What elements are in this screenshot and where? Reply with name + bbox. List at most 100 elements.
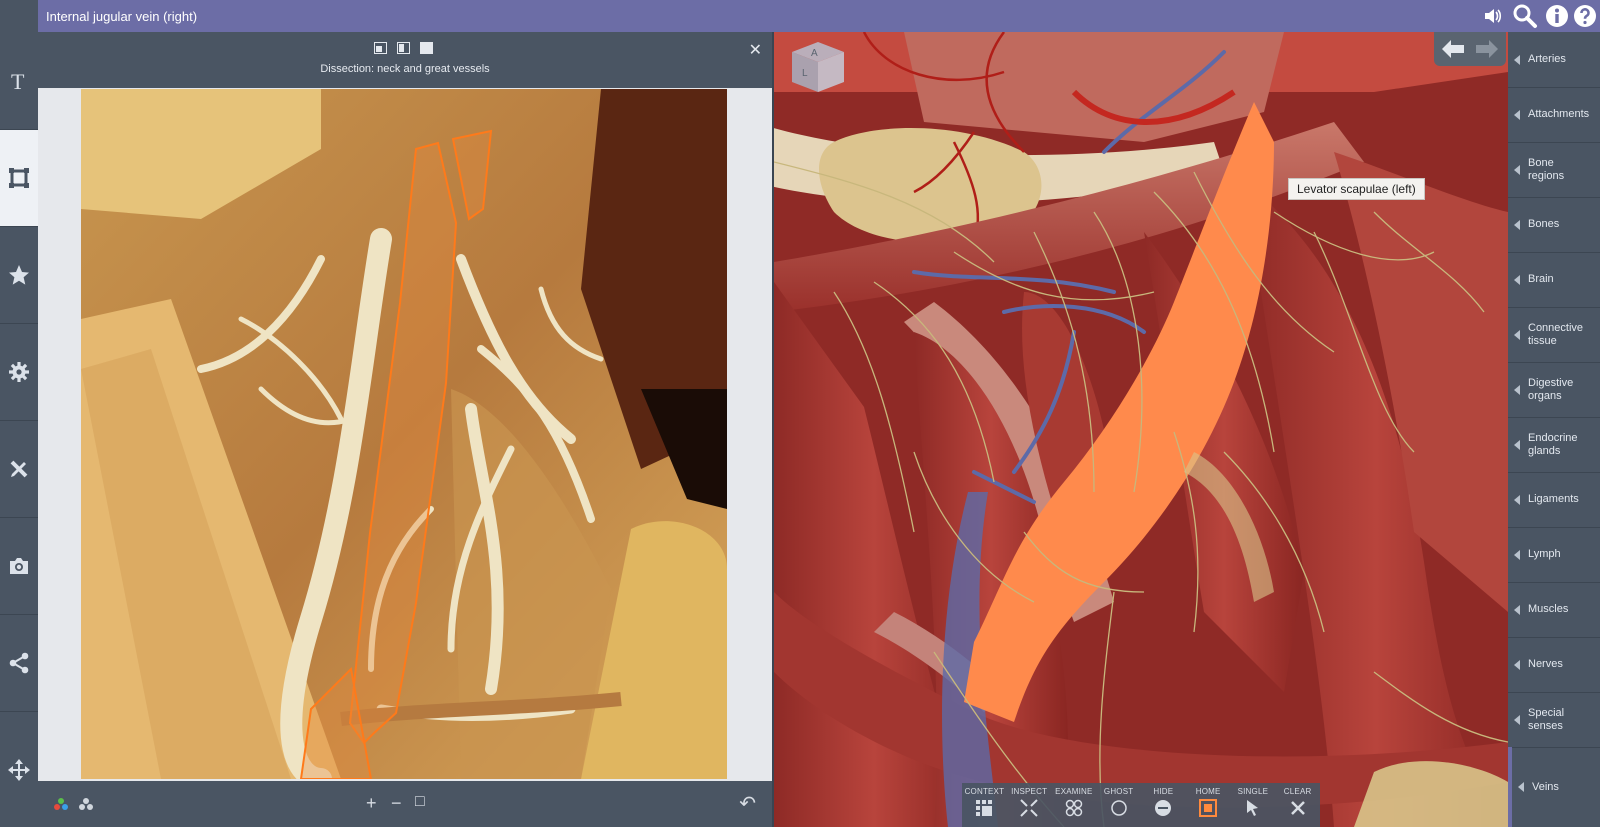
color-dots-icon[interactable] [53, 797, 69, 811]
clear-label: CLEAR [1283, 787, 1312, 796]
grid-icon [976, 800, 993, 816]
single-label: SINGLE [1237, 787, 1269, 796]
clear-tool[interactable]: CLEAR [1275, 783, 1320, 827]
expand-arrow-icon [1518, 782, 1524, 792]
system-filter-sidebar: Arteries Attachments Bone regions Bones … [1508, 32, 1600, 827]
screenshot-button[interactable] [0, 518, 38, 615]
small-view-icon[interactable] [374, 42, 387, 54]
clear-icon [1290, 801, 1305, 815]
examine-tool[interactable]: EXAMINE [1052, 783, 1097, 827]
category-endocrine-glands[interactable]: Endocrine glands [1508, 417, 1600, 473]
view-mode-toolbar: CONTEXT INSPECT EXAMINE GHOST HIDE HOME … [962, 783, 1320, 827]
category-veins[interactable]: Veins [1508, 747, 1600, 827]
panel-subtitle: Dissection: neck and great vessels [320, 63, 490, 75]
context-tool[interactable]: CONTEXT [962, 783, 1007, 827]
left-toolbar: T [0, 0, 38, 827]
undo-button[interactable]: ↶ [739, 791, 756, 816]
back-arrow-icon[interactable] [1442, 40, 1464, 58]
context-label: CONTEXT [964, 787, 1005, 796]
category-arteries[interactable]: Arteries [1508, 32, 1600, 88]
text-icon: T [11, 70, 25, 92]
page-title: Internal jugular vein (right) [46, 9, 198, 24]
orientation-cube[interactable]: A L [792, 42, 844, 92]
anatomy-3d-viewport[interactable]: A L Levator scapulae (left) CONTEXT INSP… [774, 32, 1508, 827]
inspect-tool[interactable]: INSPECT [1007, 783, 1052, 827]
home-label: HOME [1195, 787, 1221, 796]
ghost-icon [1110, 800, 1127, 816]
move-button[interactable] [0, 712, 38, 827]
speaker-icon[interactable] [1482, 6, 1502, 26]
ghost-tool[interactable]: GHOST [1096, 783, 1141, 827]
info-icon[interactable] [1544, 3, 1570, 29]
structure-tooltip: Levator scapulae (left) [1288, 178, 1425, 200]
category-connective-tissue[interactable]: Connective tissue [1508, 307, 1600, 363]
home-tool[interactable]: HOME [1186, 783, 1231, 827]
expand-arrow-icon [1514, 54, 1520, 65]
draw-tools-button[interactable] [0, 421, 38, 518]
home-target-icon [1199, 799, 1218, 817]
full-view-icon[interactable] [420, 42, 433, 54]
history-nav [1434, 32, 1506, 66]
share-button[interactable] [0, 615, 38, 712]
gear-icon [9, 362, 29, 382]
expand-arrow-icon [1514, 659, 1520, 670]
expand-arrow-icon [1514, 494, 1520, 505]
category-ligaments[interactable]: Ligaments [1508, 472, 1600, 528]
grayscale-dots-icon[interactable] [78, 797, 94, 811]
close-panel-button[interactable]: ✕ [749, 40, 762, 60]
category-nerves[interactable]: Nerves [1508, 637, 1600, 693]
examine-label: EXAMINE [1055, 787, 1093, 796]
svg-text:A: A [811, 48, 818, 59]
expand-arrow-icon [1514, 549, 1520, 560]
share-icon [9, 652, 29, 674]
hide-tool[interactable]: HIDE [1141, 783, 1186, 827]
star-icon [9, 265, 29, 285]
panel-header: Dissection: neck and great vessels ✕ [38, 32, 772, 88]
settings-button[interactable] [0, 324, 38, 421]
category-brain[interactable]: Brain [1508, 252, 1600, 308]
expand-arrow-icon [1514, 604, 1520, 615]
svg-text:L: L [802, 68, 808, 79]
expand-arrow-icon [1514, 329, 1520, 340]
category-bone-regions[interactable]: Bone regions [1508, 142, 1600, 198]
view-mode-group [374, 42, 433, 54]
expand-arrow-icon [1514, 384, 1520, 395]
dissection-panel: Dissection: neck and great vessels ✕ + −… [38, 32, 772, 827]
category-label: Bones [1528, 218, 1560, 230]
svg-text:T: T [11, 70, 25, 92]
expand-arrow-icon [1514, 219, 1520, 230]
split-view-icon[interactable] [397, 42, 410, 54]
cursor-icon [1246, 800, 1258, 816]
category-bones[interactable]: Bones [1508, 197, 1600, 253]
category-lymph[interactable]: Lymph [1508, 527, 1600, 583]
single-tool[interactable]: SINGLE [1231, 783, 1276, 827]
category-label: Arteries [1528, 53, 1566, 65]
inspect-icon [1020, 799, 1038, 817]
category-label: Digestive organs [1528, 376, 1574, 402]
panel-footer: + − □ ↶ [38, 781, 772, 827]
move-icon [8, 758, 30, 781]
category-digestive-organs[interactable]: Digestive organs [1508, 362, 1600, 418]
expand-arrow-icon [1514, 109, 1520, 120]
forward-arrow-icon[interactable] [1476, 40, 1498, 58]
text-tool-button[interactable]: T [0, 33, 38, 130]
dissection-photo[interactable] [81, 89, 727, 779]
category-attachments[interactable]: Attachments [1508, 87, 1600, 143]
zoom-out-button[interactable]: − [391, 793, 402, 814]
hide-label: HIDE [1153, 787, 1174, 796]
fit-button[interactable]: □ [415, 793, 425, 811]
favorites-button[interactable] [0, 227, 38, 324]
zoom-in-button[interactable]: + [366, 793, 377, 814]
help-icon[interactable] [1572, 3, 1598, 29]
crop-tool-button[interactable] [0, 130, 38, 227]
expand-arrow-icon [1514, 439, 1520, 450]
category-muscles[interactable]: Muscles [1508, 582, 1600, 638]
category-label: Connective tissue [1528, 321, 1584, 347]
top-bar: Internal jugular vein (right) [38, 0, 1600, 32]
search-icon[interactable] [1512, 3, 1538, 29]
anatomy-model-render[interactable]: A L [774, 32, 1508, 827]
category-label: Lymph [1528, 548, 1561, 560]
inspect-label: INSPECT [1011, 787, 1048, 796]
category-special-senses[interactable]: Special senses [1508, 692, 1600, 748]
category-label: Attachments [1528, 108, 1590, 120]
